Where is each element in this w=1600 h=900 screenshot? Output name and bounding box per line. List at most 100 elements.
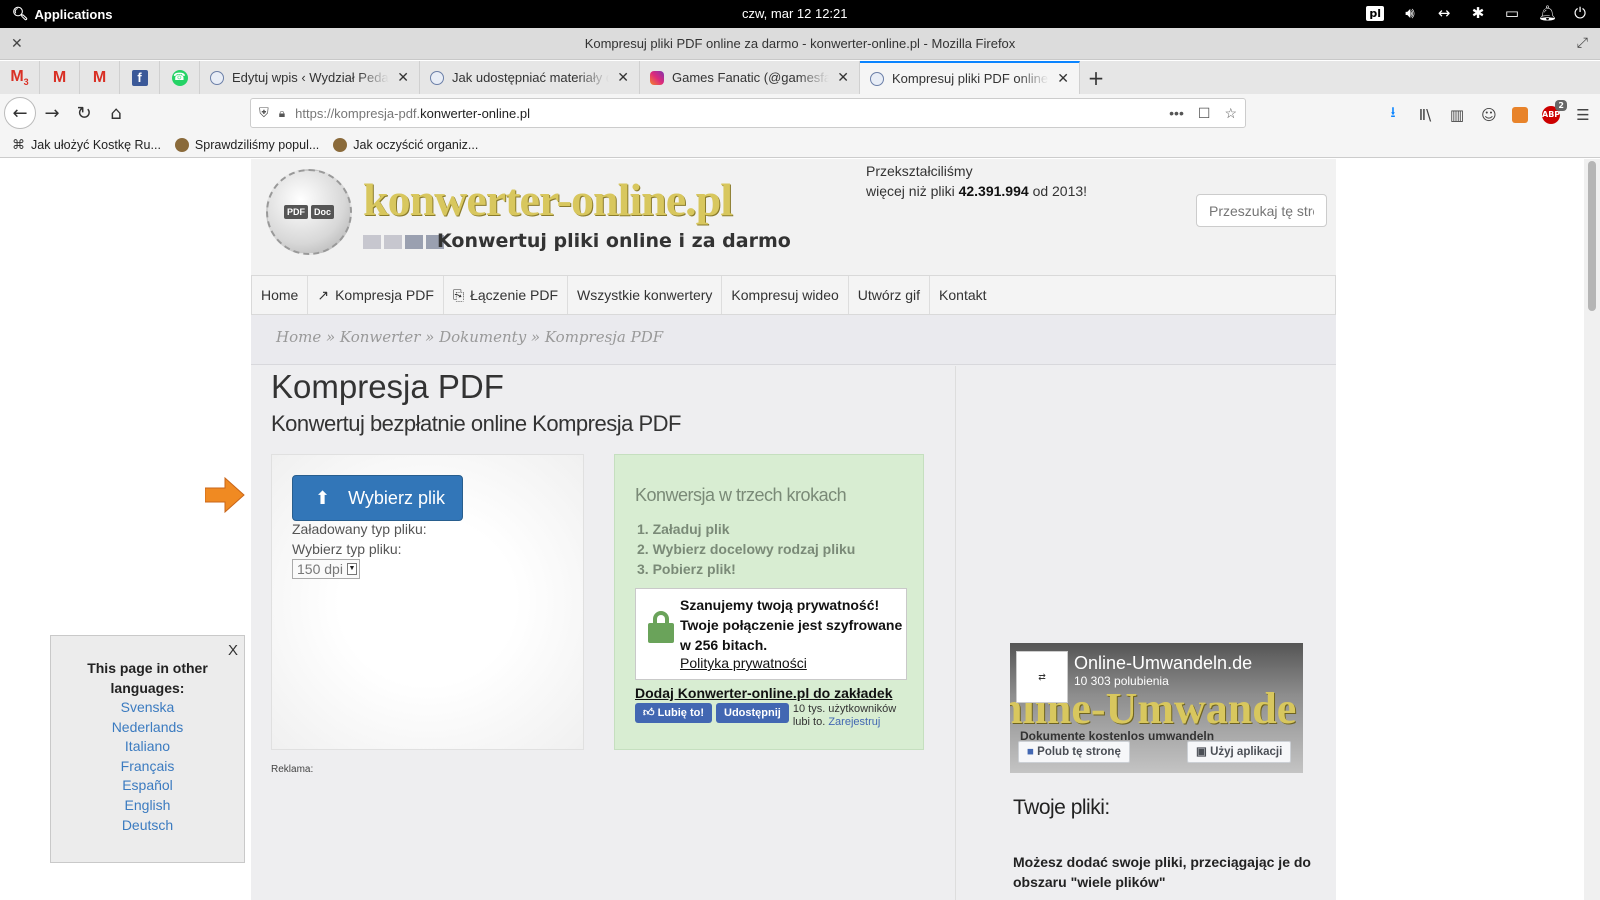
close-tab-icon[interactable]: ✕: [1057, 70, 1069, 87]
menu-item-laczenie-pdf[interactable]: ⎘ Łączenie PDF: [444, 276, 569, 314]
close-language-popup-button[interactable]: X: [228, 642, 238, 659]
tab-games-fanatic[interactable]: Games Fanatic (@gamesfanatic ✕: [640, 61, 860, 94]
language-link-francais[interactable]: Français: [51, 757, 244, 777]
clock[interactable]: czw, mar 12 12:21: [742, 6, 848, 21]
tab-kompresuj-pdf[interactable]: Kompresuj pliki PDF online za darmo ✕: [860, 61, 1080, 94]
language-link-italiano[interactable]: Italiano: [51, 737, 244, 757]
navigation-toolbar: ← → ↻ ⌂ ⛨ 🔒︎ https://kompresja-pdf.konwe…: [0, 94, 1600, 132]
bookmark-label: Jak ułożyć Kostkę Ru...: [31, 137, 161, 152]
choose-file-button[interactable]: ⬆︎ Wybierz plik: [292, 475, 463, 521]
privacy-policy-link[interactable]: Polityka prywatności: [680, 655, 807, 671]
language-link-deutsch[interactable]: Deutsch: [51, 816, 244, 836]
ad-label: Reklama:: [271, 764, 314, 775]
network-icon[interactable]: ↔: [1436, 4, 1452, 22]
tab-edytuj-wpis[interactable]: Edytuj wpis ‹ Wydział Pedagogiki ✕: [200, 61, 420, 94]
merge-icon: ⎘: [452, 286, 465, 303]
url-domain: konwerter-online.pl: [420, 105, 530, 121]
new-tab-button[interactable]: +: [1080, 61, 1112, 94]
bluetooth-icon[interactable]: ✱: [1470, 4, 1486, 22]
search-icon: 🔍︎: [12, 6, 29, 21]
close-window-icon[interactable]: ✕: [11, 35, 23, 52]
fb-page-avatar[interactable]: ⇄: [1016, 651, 1068, 703]
language-link-svenska[interactable]: Svenska: [51, 698, 244, 718]
site-favicon-icon: [333, 137, 348, 152]
close-tab-icon[interactable]: ✕: [397, 69, 409, 86]
breadcrumb[interactable]: Home » Konwerter » Dokumenty » Kompresja…: [251, 315, 1336, 365]
volume-icon[interactable]: 🔊︎: [1402, 4, 1418, 22]
chevron-down-icon: ▼: [347, 563, 357, 575]
cube-icon: ▣: [1196, 746, 1207, 758]
tab-jak-udostepniac[interactable]: Jak udostępniać materiały dla ✕: [420, 61, 640, 94]
language-link-english[interactable]: English: [51, 796, 244, 816]
applications-menu[interactable]: 🔍︎ Applications: [12, 6, 113, 22]
downloads-icon[interactable]: ⭳: [1384, 102, 1402, 127]
bookmark-item[interactable]: Sprawdziliśmy popul...: [174, 137, 319, 152]
facebook-page-widget[interactable]: nline-Umwande ⇄ Online-Umwandeln.de 10 3…: [1010, 643, 1303, 773]
page-scrollbar[interactable]: [1584, 159, 1600, 900]
fb-like-page-button[interactable]: ■ Polub tę stronę: [1018, 741, 1130, 763]
fb-share-button[interactable]: Udostępnij: [716, 703, 789, 723]
site-container: PDF Doc konwerter-online.pl Konwertuj pl…: [251, 159, 1336, 900]
language-link-nederlands[interactable]: Nederlands: [51, 718, 244, 738]
logo-tagline: Konwertuj pliki online i za darmo: [437, 230, 791, 252]
keyboard-layout-indicator[interactable]: pl: [1366, 5, 1384, 21]
pinned-tab-facebook[interactable]: f: [120, 61, 160, 94]
padlock-icon[interactable]: 🔒︎: [279, 106, 285, 121]
menu-item-kompresuj-wideo[interactable]: Kompresuj wideo: [722, 276, 849, 314]
bookmark-item[interactable]: ⌘ Jak ułożyć Kostkę Ru...: [12, 137, 161, 153]
library-icon[interactable]: Ⅱ\: [1416, 106, 1434, 124]
pinned-tab-gmail-3[interactable]: M: [80, 61, 120, 94]
fb-register-link[interactable]: Zarejestruj: [828, 716, 880, 728]
pinned-tab-gmail-1[interactable]: M3: [0, 61, 40, 94]
dpi-select[interactable]: 150 dpi ▼: [292, 559, 360, 579]
menu-item-utworz-gif[interactable]: Utwórz gif: [849, 276, 931, 314]
maximize-icon[interactable]: ⤢: [1577, 34, 1588, 51]
add-bookmark-link[interactable]: Dodaj Konwerter-online.pl do zakładek: [635, 685, 892, 701]
step-item: 2. Wybierz docelowy rodzaj pliku: [637, 541, 856, 557]
wordpress-favicon-icon: [430, 70, 444, 85]
bookmark-star-icon[interactable]: ☆: [1224, 105, 1237, 122]
logo-seal-icon[interactable]: PDF Doc: [266, 169, 352, 255]
hamburger-menu-icon[interactable]: ☰: [1574, 106, 1592, 124]
url-bar[interactable]: ⛨ 🔒︎ https://kompresja-pdf.konwerter-onl…: [250, 98, 1246, 128]
fb-page-name[interactable]: Online-Umwandeln.de: [1074, 653, 1252, 674]
adblock-plus-icon[interactable]: ABP 2: [1542, 99, 1567, 124]
menu-item-home[interactable]: Home: [252, 276, 309, 314]
page-actions-menu-icon[interactable]: •••: [1169, 105, 1184, 122]
close-tab-icon[interactable]: ✕: [837, 69, 849, 86]
back-button[interactable]: ←: [4, 97, 36, 129]
pinned-tab-whatsapp[interactable]: ☎: [160, 61, 200, 94]
extension-orange-icon[interactable]: [1512, 106, 1528, 123]
menu-item-wszystkie-konwertery[interactable]: Wszystkie konwertery: [568, 276, 723, 314]
pinned-tab-gmail-2[interactable]: M: [40, 61, 80, 94]
fb-use-app-button[interactable]: ▣ Użyj aplikacji: [1187, 741, 1292, 763]
menu-item-kontakt[interactable]: Kontakt: [930, 276, 995, 314]
conversion-stats: Przekształciliśmy więcej niż pliki 42.39…: [866, 161, 1087, 201]
home-button[interactable]: ⌂: [100, 97, 132, 129]
reload-button[interactable]: ↻: [68, 97, 100, 129]
logo-name[interactable]: konwerter-online.pl: [363, 173, 733, 226]
upload-icon: ⬆︎: [315, 487, 331, 508]
doc-badge: Doc: [310, 205, 334, 219]
notifications-icon[interactable]: 🔔︎: [1538, 4, 1557, 22]
bookmark-item[interactable]: Jak oczyścić organiz...: [333, 137, 478, 152]
site-search-input[interactable]: [1196, 194, 1327, 227]
forward-button[interactable]: →: [36, 97, 68, 129]
sidebar-icon[interactable]: ▥: [1448, 106, 1466, 124]
battery-icon[interactable]: ▭: [1504, 4, 1520, 22]
power-icon[interactable]: ⏻: [1572, 4, 1588, 22]
fb-like-button[interactable]: 👍︎ Lubię to!: [635, 703, 712, 723]
lock-icon: [648, 611, 674, 643]
menu-item-kompresja-pdf[interactable]: ↗ Kompresja PDF: [308, 276, 444, 314]
language-link-espanol[interactable]: Español: [51, 776, 244, 796]
pocket-icon[interactable]: ☐: [1198, 105, 1211, 122]
tracking-protection-shield-icon[interactable]: ⛨: [259, 105, 269, 121]
url-text[interactable]: https://kompresja-pdf.konwerter-online.p…: [295, 106, 530, 121]
privacy-text: Szanujemy twoją prywatność! Twoje połącz…: [680, 597, 903, 653]
account-icon[interactable]: ☺: [1480, 106, 1498, 124]
site-favicon-icon: [174, 137, 189, 152]
gmail-icon: M: [52, 68, 67, 86]
scrollbar-thumb[interactable]: [1588, 161, 1596, 311]
close-tab-icon[interactable]: ✕: [617, 69, 629, 86]
gmail-icon: M3: [10, 67, 29, 88]
